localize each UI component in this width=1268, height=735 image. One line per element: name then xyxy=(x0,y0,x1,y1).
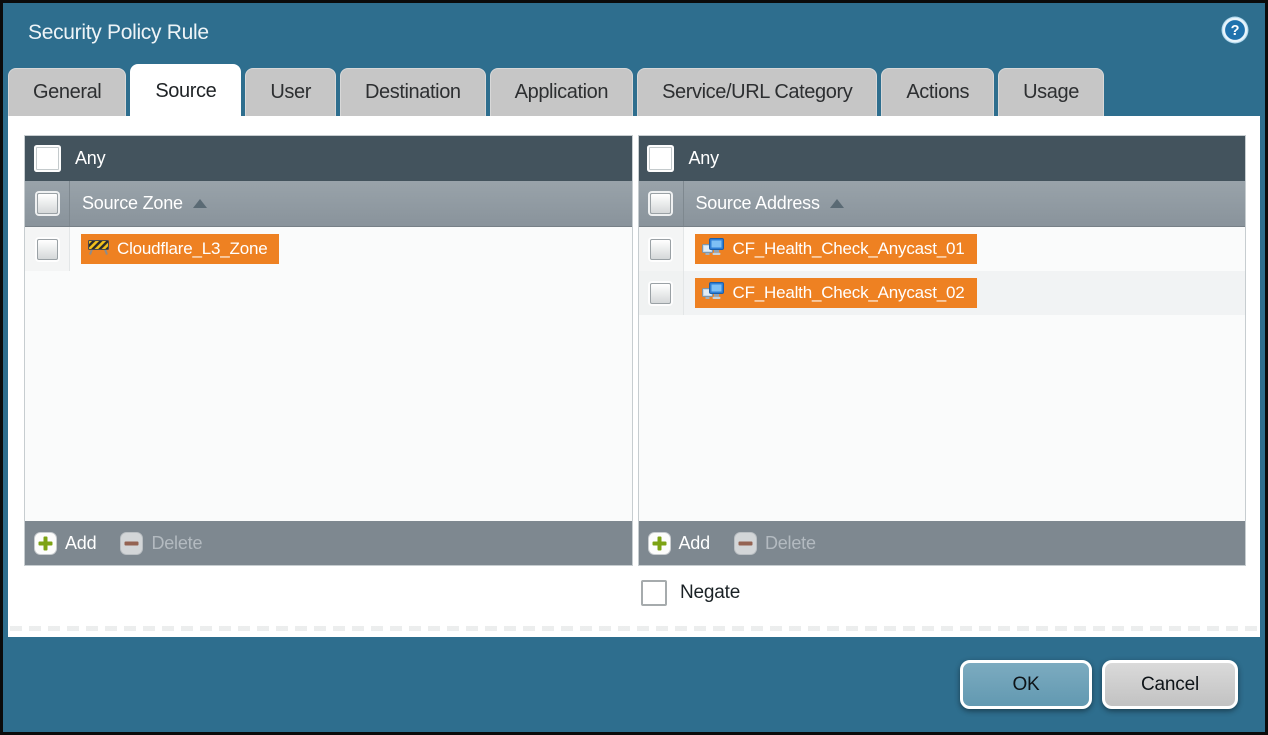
source-tab-content: Any Source Zone xyxy=(8,116,1260,637)
zone-list: Cloudflare_L3_Zone xyxy=(25,227,632,521)
tab-bar: General Source User Destination Applicat… xyxy=(8,64,1104,116)
address-any-bar: Any xyxy=(639,136,1246,181)
source-zone-panel: Any Source Zone xyxy=(24,135,633,566)
help-icon[interactable]: ? xyxy=(1221,16,1249,44)
zone-icon xyxy=(88,238,109,260)
row-checkbox-cell xyxy=(639,271,684,315)
tab-user[interactable]: User xyxy=(245,68,336,116)
address-toolbar: Add Delete xyxy=(639,521,1246,565)
add-button[interactable]: Add xyxy=(34,532,96,555)
delete-button[interactable]: Delete xyxy=(734,532,816,555)
plus-icon xyxy=(648,532,671,555)
address-icon xyxy=(702,281,725,306)
panels-container: Any Source Zone xyxy=(24,135,1246,566)
resize-grip[interactable] xyxy=(10,626,1258,631)
address-list: CF_Health_Check_Anycast_01 xyxy=(639,227,1246,521)
negate-checkbox[interactable] xyxy=(641,580,667,606)
delete-label: Delete xyxy=(151,533,202,554)
zone-tag[interactable]: Cloudflare_L3_Zone xyxy=(81,234,279,264)
add-label: Add xyxy=(679,533,710,554)
negate-label: Negate xyxy=(680,582,740,604)
ok-button[interactable]: OK xyxy=(960,660,1092,709)
zone-any-bar: Any xyxy=(25,136,632,181)
address-column-header[interactable]: Source Address xyxy=(639,181,1246,227)
add-label: Add xyxy=(65,533,96,554)
address-any-checkbox[interactable] xyxy=(649,147,672,170)
zone-select-all-checkbox[interactable] xyxy=(37,193,58,214)
cancel-button[interactable]: Cancel xyxy=(1102,660,1238,709)
row-checkbox-cell xyxy=(639,227,684,271)
zone-column-header[interactable]: Source Zone xyxy=(25,181,632,227)
row-checkbox[interactable] xyxy=(37,239,58,260)
delete-label: Delete xyxy=(765,533,816,554)
zone-name: Cloudflare_L3_Zone xyxy=(117,239,267,259)
source-address-panel: Any Source Address xyxy=(638,135,1247,566)
zone-any-checkbox[interactable] xyxy=(36,147,59,170)
zone-any-checkbox-cell xyxy=(25,147,69,170)
address-select-all-cell xyxy=(639,181,684,226)
row-checkbox[interactable] xyxy=(650,239,671,260)
row-checkbox-cell xyxy=(25,227,70,271)
table-row[interactable]: Cloudflare_L3_Zone xyxy=(25,227,632,271)
security-policy-rule-dialog: Security Policy Rule ? General Source Us… xyxy=(0,0,1268,735)
address-any-label: Any xyxy=(689,148,719,169)
zone-toolbar: Add Delete xyxy=(25,521,632,565)
minus-icon xyxy=(734,532,757,555)
tab-usage[interactable]: Usage xyxy=(998,68,1104,116)
address-any-checkbox-cell xyxy=(639,147,683,170)
sort-ascending-icon xyxy=(830,199,844,208)
plus-icon xyxy=(34,532,57,555)
tab-general[interactable]: General xyxy=(8,68,126,116)
tab-destination[interactable]: Destination xyxy=(340,68,486,116)
zone-column-label: Source Zone xyxy=(82,193,183,214)
negate-row: Negate xyxy=(641,580,740,606)
address-icon xyxy=(702,237,725,262)
address-column-label: Source Address xyxy=(696,193,820,214)
address-name: CF_Health_Check_Anycast_01 xyxy=(733,239,965,259)
zone-select-all-cell xyxy=(25,181,70,226)
address-tag[interactable]: CF_Health_Check_Anycast_01 xyxy=(695,234,977,264)
dialog-titlebar: Security Policy Rule xyxy=(3,3,1265,63)
svg-text:?: ? xyxy=(1231,23,1240,39)
address-select-all-checkbox[interactable] xyxy=(650,193,671,214)
delete-button[interactable]: Delete xyxy=(120,532,202,555)
tab-actions[interactable]: Actions xyxy=(881,68,994,116)
sort-ascending-icon xyxy=(193,199,207,208)
row-checkbox[interactable] xyxy=(650,283,671,304)
address-name: CF_Health_Check_Anycast_02 xyxy=(733,283,965,303)
tab-application[interactable]: Application xyxy=(490,68,633,116)
dialog-title: Security Policy Rule xyxy=(28,21,209,45)
tab-source[interactable]: Source xyxy=(130,64,241,118)
address-tag[interactable]: CF_Health_Check_Anycast_02 xyxy=(695,278,977,308)
table-row[interactable]: CF_Health_Check_Anycast_02 xyxy=(639,271,1246,315)
zone-any-label: Any xyxy=(75,148,105,169)
minus-icon xyxy=(120,532,143,555)
add-button[interactable]: Add xyxy=(648,532,710,555)
tab-service-url-category[interactable]: Service/URL Category xyxy=(637,68,877,116)
table-row[interactable]: CF_Health_Check_Anycast_01 xyxy=(639,227,1246,271)
